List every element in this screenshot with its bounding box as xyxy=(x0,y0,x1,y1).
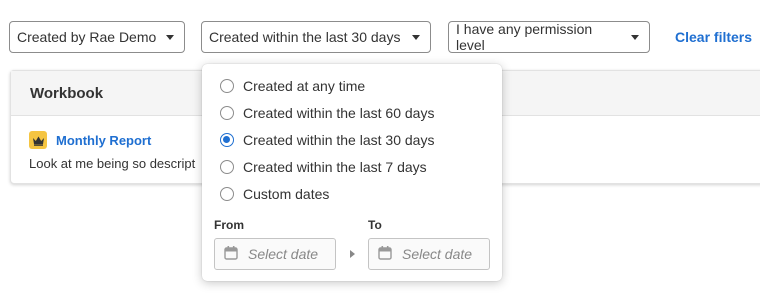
caret-down-icon xyxy=(631,34,639,40)
page: Created by Rae Demo Created within the l… xyxy=(0,0,760,296)
to-label: To xyxy=(368,218,382,232)
crown-icon xyxy=(29,131,47,149)
clear-filters-link[interactable]: Clear filters xyxy=(675,29,752,45)
from-date-input[interactable]: Select date xyxy=(214,238,336,270)
option-last-60-days[interactable]: Created within the last 60 days xyxy=(220,103,434,123)
to-date-placeholder: Select date xyxy=(402,246,473,262)
radio-selected-icon[interactable] xyxy=(220,133,234,147)
option-label: Created within the last 60 days xyxy=(243,105,435,121)
created-filter-label: Created within the last 30 days xyxy=(209,29,401,45)
radio-icon[interactable] xyxy=(220,187,234,201)
to-date-input[interactable]: Select date xyxy=(368,238,490,270)
calendar-icon xyxy=(224,245,238,263)
owner-filter-label: Created by Rae Demo xyxy=(17,29,157,45)
permission-filter-label: I have any permission level xyxy=(456,21,593,53)
option-label: Created within the last 30 days xyxy=(243,132,435,148)
option-last-30-days[interactable]: Created within the last 30 days xyxy=(220,130,434,150)
created-date-menu: Created at any time Created within the l… xyxy=(202,64,502,281)
calendar-icon xyxy=(378,245,392,263)
option-last-7-days[interactable]: Created within the last 7 days xyxy=(220,157,427,177)
created-filter-dropdown[interactable]: Created within the last 30 days xyxy=(201,21,431,53)
radio-icon[interactable] xyxy=(220,79,234,93)
caret-down-icon xyxy=(412,34,420,40)
workbook-title-link[interactable]: Monthly Report xyxy=(56,133,151,148)
caret-down-icon xyxy=(166,34,174,40)
radio-icon[interactable] xyxy=(220,106,234,120)
option-label: Custom dates xyxy=(243,186,330,202)
owner-filter-dropdown[interactable]: Created by Rae Demo xyxy=(9,21,185,53)
option-any-time[interactable]: Created at any time xyxy=(220,76,365,96)
from-date-placeholder: Select date xyxy=(248,246,319,262)
arrow-right-icon xyxy=(350,250,355,258)
workbook-description: Look at me being so descript xyxy=(29,156,196,171)
permission-filter-dropdown[interactable]: I have any permission level xyxy=(448,21,650,53)
option-custom-dates[interactable]: Custom dates xyxy=(220,184,329,204)
option-label: Created at any time xyxy=(243,78,366,94)
radio-icon[interactable] xyxy=(220,160,234,174)
from-label: From xyxy=(214,218,244,232)
option-label: Created within the last 7 days xyxy=(243,159,427,175)
